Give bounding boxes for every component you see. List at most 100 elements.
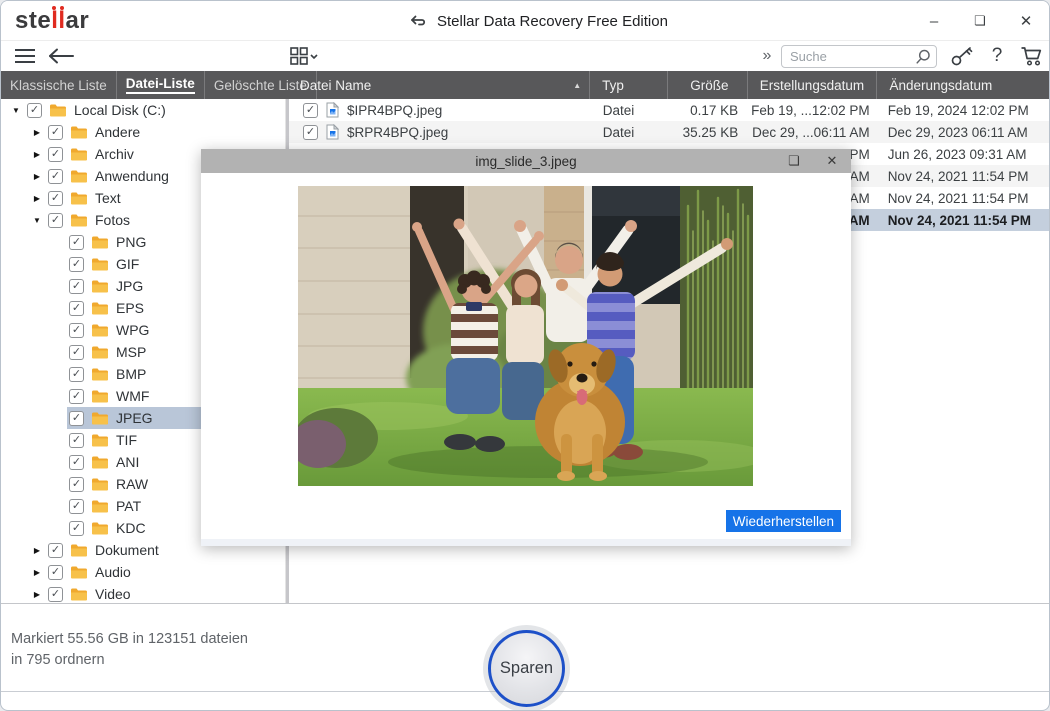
save-button[interactable]: Sparen bbox=[488, 630, 565, 707]
column-header-type[interactable]: Typ bbox=[590, 71, 668, 99]
column-header-changed[interactable]: Änderungsdatum bbox=[877, 71, 1049, 99]
table-header: Datei Name▲ Typ Größe Erstellungsdatum Änder… bbox=[288, 71, 1049, 99]
tree-item-audio[interactable]: ▶✓ Audio bbox=[1, 561, 285, 583]
tree-item-andere[interactable]: ▶✓ Andere bbox=[1, 121, 285, 143]
maximize-button[interactable]: ❏ bbox=[957, 1, 1003, 41]
tree-item-label: WMF bbox=[116, 388, 149, 404]
checkbox[interactable]: ✓ bbox=[27, 103, 42, 118]
status-line-1: Markiert 55.56 GB in 123151 dateien bbox=[11, 629, 248, 650]
view-mode-grid-icon[interactable] bbox=[289, 44, 319, 68]
checkbox[interactable]: ✓ bbox=[69, 235, 84, 250]
tree-item-label: Text bbox=[95, 190, 121, 206]
minimize-button[interactable]: – bbox=[911, 1, 957, 41]
tree-item-local-disk-c-[interactable]: ▼✓Local Disk (C:) bbox=[1, 99, 285, 121]
checkbox[interactable]: ✓ bbox=[69, 301, 84, 316]
help-icon[interactable]: ? bbox=[986, 44, 1008, 68]
folder-icon bbox=[70, 147, 88, 161]
checkbox[interactable]: ✓ bbox=[69, 455, 84, 470]
table-row[interactable]: ✓$RPR4BPQ.jpegDatei35.25 KBDec 29, ...06… bbox=[289, 121, 1049, 143]
checkbox[interactable]: ✓ bbox=[48, 587, 63, 602]
tree-collapse-icon[interactable]: ▶ bbox=[28, 172, 46, 181]
folder-icon bbox=[91, 521, 109, 535]
tree-collapse-icon[interactable]: ▶ bbox=[28, 568, 46, 577]
folder-icon bbox=[91, 367, 109, 381]
search-box[interactable] bbox=[781, 45, 937, 68]
checkbox[interactable]: ✓ bbox=[48, 191, 63, 206]
cell-type: Datei bbox=[591, 99, 669, 121]
restore-button[interactable]: Wiederherstellen bbox=[726, 510, 841, 532]
column-header-label: Erstellungsdatum bbox=[760, 78, 864, 93]
checkbox[interactable]: ✓ bbox=[303, 103, 318, 118]
cart-icon[interactable] bbox=[1018, 44, 1046, 68]
folder-icon bbox=[91, 477, 109, 491]
tree-collapse-icon[interactable]: ▶ bbox=[28, 194, 46, 203]
column-header-size[interactable]: Größe bbox=[668, 71, 748, 99]
tree-item-content: ✓KDC bbox=[67, 517, 152, 539]
checkbox[interactable]: ✓ bbox=[69, 279, 84, 294]
tree-expand-icon[interactable]: ▼ bbox=[7, 106, 25, 115]
checkbox[interactable]: ✓ bbox=[48, 213, 63, 228]
tab-datei-liste[interactable]: Datei-Liste bbox=[117, 71, 205, 99]
checkbox[interactable]: ✓ bbox=[48, 147, 63, 162]
tree-collapse-icon[interactable]: ▶ bbox=[28, 128, 46, 137]
dialog-title-bar[interactable]: img_slide_3.jpeg ❏ ✕ bbox=[201, 149, 851, 173]
checkbox[interactable]: ✓ bbox=[69, 411, 84, 426]
checkbox[interactable]: ✓ bbox=[69, 367, 84, 382]
tree-item-content: ✓ Andere bbox=[46, 121, 146, 143]
checkbox[interactable]: ✓ bbox=[69, 433, 84, 448]
window-title: Stellar Data Recovery Free Edition bbox=[407, 1, 668, 41]
checkbox[interactable]: ✓ bbox=[69, 345, 84, 360]
checkbox[interactable]: ✓ bbox=[69, 499, 84, 514]
tree-expand-icon[interactable]: ▼ bbox=[28, 216, 46, 225]
column-header-created[interactable]: Erstellungsdatum bbox=[748, 71, 878, 99]
checkbox[interactable]: ✓ bbox=[303, 125, 318, 140]
tree-item-video[interactable]: ▶✓Video bbox=[1, 583, 285, 603]
menu-hamburger-icon[interactable] bbox=[13, 44, 37, 68]
tree-item-content: ✓RAW bbox=[67, 473, 154, 495]
tree-item-content: ✓GIF bbox=[67, 253, 145, 275]
folder-icon bbox=[70, 191, 88, 205]
file-name: $IPR4BPQ.jpeg bbox=[347, 103, 442, 118]
checkbox[interactable]: ✓ bbox=[48, 125, 63, 140]
tree-item-label: PNG bbox=[116, 234, 146, 250]
checkbox[interactable]: ✓ bbox=[69, 389, 84, 404]
checkbox[interactable]: ✓ bbox=[69, 477, 84, 492]
cell-size: 35.25 KB bbox=[669, 121, 749, 143]
close-button[interactable]: ✕ bbox=[1003, 1, 1049, 41]
column-header-name[interactable]: Datei Name▲ bbox=[288, 71, 590, 99]
folder-icon bbox=[91, 345, 109, 359]
tree-item-label: Andere bbox=[95, 124, 140, 140]
checkbox[interactable]: ✓ bbox=[69, 521, 84, 536]
tree-item-label: Audio bbox=[95, 564, 131, 580]
dialog-maximize-button[interactable]: ❏ bbox=[775, 149, 813, 173]
tree-item-content: ✓PAT bbox=[67, 495, 147, 517]
status-divider bbox=[1, 603, 1049, 604]
checkbox[interactable]: ✓ bbox=[69, 323, 84, 338]
tree-collapse-icon[interactable]: ▶ bbox=[28, 150, 46, 159]
cell-changed: Nov 24, 2021 11:54 PM bbox=[878, 209, 1049, 231]
status-text: Markiert 55.56 GB in 123151 dateien in 7… bbox=[11, 629, 248, 671]
search-input[interactable] bbox=[790, 49, 914, 64]
tree-item-label: EPS bbox=[116, 300, 144, 316]
view-tabs: Klassische ListeDatei-ListeGelöschte Lis… bbox=[1, 71, 286, 99]
activation-key-icon[interactable] bbox=[949, 44, 975, 68]
checkbox[interactable]: ✓ bbox=[48, 565, 63, 580]
back-arrow-icon[interactable] bbox=[47, 44, 75, 68]
checkbox[interactable]: ✓ bbox=[69, 257, 84, 272]
checkbox[interactable]: ✓ bbox=[48, 169, 63, 184]
toolbar-overflow-icon[interactable]: » bbox=[757, 44, 777, 68]
tree-item-label: Dokument bbox=[95, 542, 159, 558]
table-row[interactable]: ✓$IPR4BPQ.jpegDatei0.17 KBFeb 19, ...12:… bbox=[289, 99, 1049, 121]
tree-collapse-icon[interactable]: ▶ bbox=[28, 590, 46, 599]
folder-icon bbox=[70, 565, 88, 579]
tree-item-label: Fotos bbox=[95, 212, 130, 228]
checkbox[interactable]: ✓ bbox=[48, 543, 63, 558]
list-header-bar: Klassische ListeDatei-ListeGelöschte Lis… bbox=[1, 71, 1049, 99]
tree-collapse-icon[interactable]: ▶ bbox=[28, 546, 46, 555]
image-file-icon bbox=[326, 102, 339, 118]
column-header-label: Typ bbox=[602, 78, 624, 93]
tab-klassische-liste[interactable]: Klassische Liste bbox=[1, 71, 117, 99]
folder-icon bbox=[49, 103, 67, 117]
folder-icon bbox=[91, 257, 109, 271]
dialog-close-button[interactable]: ✕ bbox=[813, 149, 851, 173]
